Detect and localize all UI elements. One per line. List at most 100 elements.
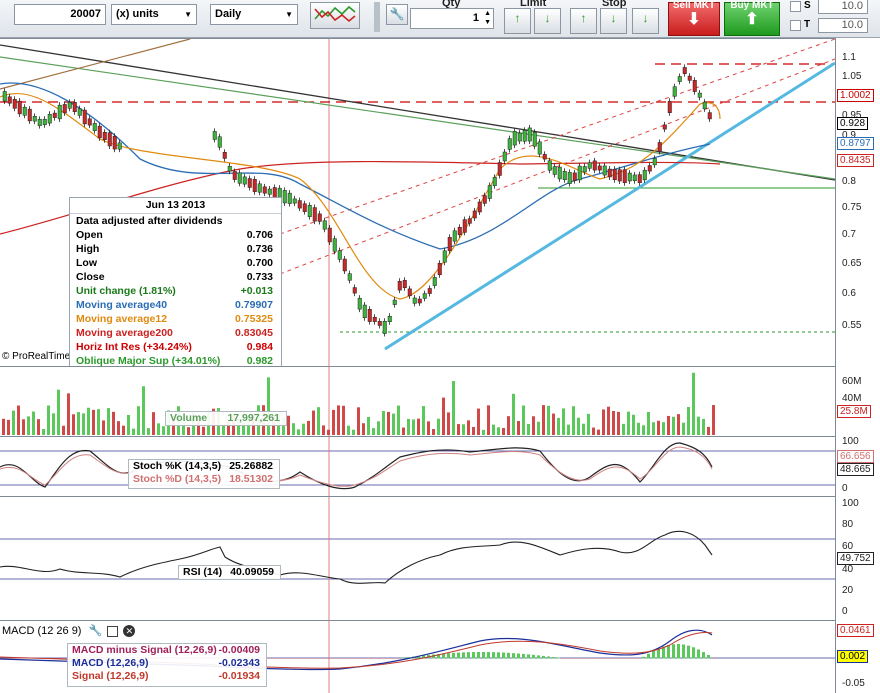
t-checkbox[interactable] — [790, 20, 801, 31]
candle-body — [647, 165, 652, 172]
candle-body — [432, 277, 437, 286]
volume-bar — [382, 411, 385, 435]
candle-body — [687, 75, 692, 81]
candle-body — [632, 174, 637, 181]
units-select[interactable]: (x) units ▼ — [111, 4, 197, 25]
macd-hist-bar — [627, 658, 630, 659]
macd-hist-bar — [612, 658, 615, 659]
candle-body — [377, 321, 382, 326]
info-row-value: 0.700 — [246, 257, 273, 269]
volume-bar — [132, 428, 135, 435]
rsi-axis-80: 80 — [842, 519, 854, 530]
macd-hist-bar — [652, 651, 655, 659]
volume-panel[interactable]: Volume 17,997,261 — [0, 366, 835, 437]
volume-bar — [37, 419, 40, 435]
candle-body — [437, 262, 442, 276]
macd-legend-value: -0.00409 — [218, 644, 260, 656]
info-row-label: High — [76, 243, 100, 255]
qty-stepper[interactable]: 1 ▲ ▼ — [410, 8, 494, 29]
price-axis-label: 0.8 — [842, 176, 856, 187]
s-value-input[interactable]: 10.0 — [818, 0, 868, 14]
volume-bar — [122, 425, 125, 435]
candle-body — [412, 297, 417, 304]
info-row-value: 0.75325 — [235, 313, 273, 325]
candle-body — [477, 201, 482, 213]
macd-hist-bar — [702, 652, 705, 659]
volume-bar — [627, 411, 630, 435]
candle-body — [472, 210, 477, 219]
candle-body — [572, 172, 577, 181]
volume-chart[interactable] — [0, 367, 835, 437]
window-icon[interactable] — [107, 625, 119, 637]
stop-buy-button[interactable]: ↑ — [570, 8, 597, 34]
macd-hist-bar — [457, 652, 460, 659]
sell-market-button[interactable]: Sell MKT ⬇ — [668, 1, 720, 36]
volume-bar — [77, 412, 80, 435]
wrench-icon[interactable]: 🔧 — [89, 625, 103, 637]
info-row: Moving average12 0.75325 — [70, 312, 281, 326]
candle-body — [62, 104, 67, 114]
info-row: Open 0.706 — [70, 228, 281, 242]
volume-bar — [537, 421, 540, 435]
candle-body — [352, 287, 357, 294]
candle-body — [697, 92, 702, 98]
rsi-panel[interactable]: RSI (14) 40.09059 — [0, 496, 835, 621]
macd-axis: 0.0461 0.002 -0.05 — [835, 620, 880, 693]
macd-hist-bar — [352, 658, 355, 659]
limit-sell-button[interactable]: ↓ — [534, 8, 561, 34]
macd-axis-neg005: -0.05 — [842, 678, 865, 689]
candle-body — [327, 227, 332, 243]
stop-sell-button[interactable]: ↓ — [600, 8, 627, 34]
period-select[interactable]: Daily ▼ — [210, 4, 298, 25]
volume-bar — [527, 424, 530, 435]
volume-bar-series — [2, 372, 715, 435]
macd-hist-bar — [7, 658, 10, 659]
volume-bar — [337, 405, 340, 435]
candle-body — [602, 165, 607, 176]
volume-bar — [542, 405, 545, 435]
macd-panel[interactable]: MACD (12 26 9) 🔧 ✕ MACD minus Signal (12… — [0, 620, 835, 693]
volume-bar — [427, 421, 430, 435]
wrench-button[interactable]: 🔧 — [386, 4, 408, 25]
macd-hist-bar — [467, 652, 470, 659]
candle-body — [332, 238, 337, 252]
stochastic-chart[interactable] — [0, 437, 835, 497]
s-checkbox[interactable] — [790, 1, 801, 12]
stochastic-panel[interactable]: Stoch %K (14,3,5) 25.26882 Stoch %D (14,3… — [0, 436, 835, 497]
rsi-axis-20: 20 — [842, 585, 854, 596]
macd-hist-bar — [387, 658, 390, 659]
volume-bar — [362, 423, 365, 435]
macd-hist-bar — [512, 653, 515, 659]
volume-bar — [22, 419, 25, 435]
rsi-axis-0: 0 — [842, 606, 848, 617]
volume-bar — [477, 408, 480, 435]
macd-legend-row: Signal (12,26,9) -0.01934 — [68, 670, 266, 683]
stop-alt-button[interactable]: ↓ — [632, 8, 659, 34]
stepper-arrows-icon[interactable]: ▲ ▼ — [484, 9, 491, 27]
price-chart-panel[interactable]: © ProRealTime.com Jun 13 2013 Data adjus… — [0, 38, 836, 397]
candle-body — [627, 172, 632, 182]
rsi-chart[interactable] — [0, 497, 835, 621]
quantity-input[interactable]: 20007 — [14, 4, 106, 25]
rsi-label: RSI (14) — [183, 566, 223, 578]
toolbar-divider — [374, 2, 380, 32]
candle-body — [222, 151, 227, 159]
macd-hist-bar — [2, 658, 5, 659]
volume-bar — [657, 420, 660, 435]
candle-body — [302, 203, 307, 212]
candle-body — [557, 166, 562, 180]
limit-buy-button[interactable]: ↑ — [504, 8, 531, 34]
buy-market-button[interactable]: Buy MKT ⬆ — [724, 1, 780, 36]
candle-body — [387, 316, 392, 322]
macd-hist-bar — [542, 655, 545, 659]
candle-body — [292, 198, 297, 204]
stoch-d-value: 18.51302 — [229, 473, 273, 485]
candle-body — [637, 174, 642, 184]
t-value-input[interactable]: 10.0 — [818, 18, 868, 33]
close-icon[interactable]: ✕ — [123, 625, 136, 638]
macd-hist-bar — [582, 658, 585, 659]
chart-style-button[interactable] — [310, 2, 360, 29]
macd-hist-bar — [552, 657, 555, 659]
volume-bar — [107, 408, 110, 435]
macd-hist-bar — [402, 657, 405, 659]
